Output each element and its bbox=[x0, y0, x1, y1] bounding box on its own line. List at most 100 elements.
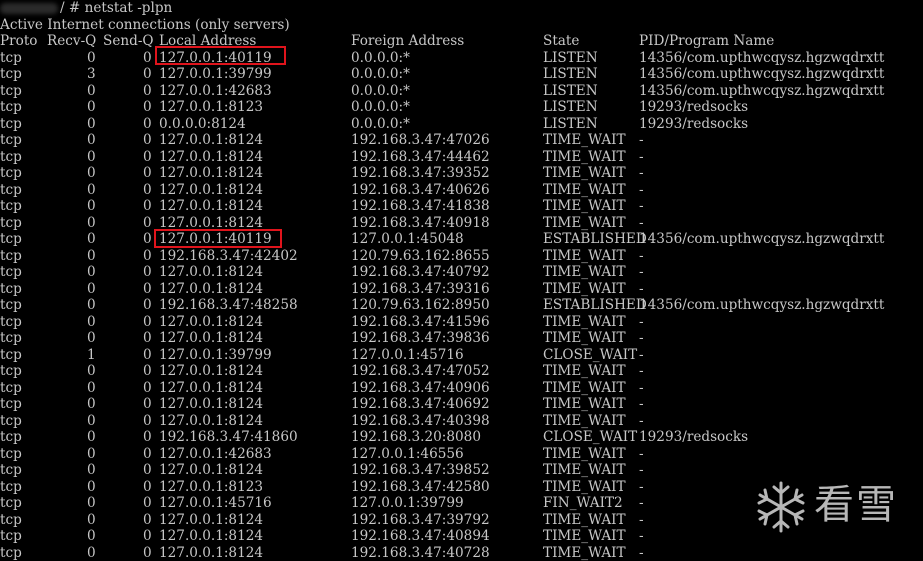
cell-pid-program: - bbox=[639, 198, 644, 215]
cell-proto: tcp bbox=[0, 512, 22, 529]
cell-sendq: 0 bbox=[143, 165, 152, 182]
cell-recvq: 0 bbox=[87, 330, 96, 347]
cell-foreign-address: 0.0.0.0:* bbox=[351, 83, 410, 100]
cell-foreign-address: 0.0.0.0:* bbox=[351, 66, 410, 83]
cell-recvq: 0 bbox=[87, 446, 96, 463]
cell-state: TIME_WAIT bbox=[543, 264, 626, 281]
cell-foreign-address: 120.79.63.162:8950 bbox=[351, 297, 490, 314]
cell-proto: tcp bbox=[0, 248, 22, 265]
cell-state: TIME_WAIT bbox=[543, 512, 626, 529]
cell-local-address: 127.0.0.1:8124 bbox=[159, 281, 263, 298]
cell-proto: tcp bbox=[0, 446, 22, 463]
cell-recvq: 0 bbox=[87, 99, 96, 116]
cell-local-address: 127.0.0.1:8124 bbox=[159, 132, 263, 149]
cell-sendq: 0 bbox=[143, 528, 152, 545]
cell-recvq: 0 bbox=[87, 363, 96, 380]
cell-local-address: 127.0.0.1:8124 bbox=[159, 149, 263, 166]
cell-state: TIME_WAIT bbox=[543, 363, 626, 380]
terminal-window[interactable]: / # netstat -plpn Active Internet connec… bbox=[0, 0, 923, 555]
cell-local-address: 192.168.3.47:48258 bbox=[159, 297, 298, 314]
cell-foreign-address: 192.168.3.47:40792 bbox=[351, 264, 490, 281]
cell-sendq: 0 bbox=[143, 479, 152, 496]
cell-sendq: 0 bbox=[143, 215, 152, 232]
cell-recvq: 1 bbox=[87, 347, 96, 364]
cell-foreign-address: 192.168.3.47:40398 bbox=[351, 413, 490, 430]
cell-foreign-address: 127.0.0.1:45048 bbox=[351, 231, 464, 248]
cell-pid-program: - bbox=[639, 165, 644, 182]
cell-recvq: 0 bbox=[87, 380, 96, 397]
cell-foreign-address: 192.168.3.20:8080 bbox=[351, 429, 481, 446]
cell-recvq: 0 bbox=[87, 495, 96, 512]
cell-local-address: 127.0.0.1:8124 bbox=[159, 264, 263, 281]
cell-sendq: 0 bbox=[143, 281, 152, 298]
cell-state: ESTABLISHED bbox=[543, 297, 647, 314]
cell-proto: tcp bbox=[0, 182, 22, 199]
cell-state: LISTEN bbox=[543, 66, 598, 83]
cell-local-address: 127.0.0.1:42683 bbox=[159, 446, 272, 463]
cell-proto: tcp bbox=[0, 165, 22, 182]
cell-sendq: 0 bbox=[143, 231, 152, 248]
cell-pid-program: 14356/com.upthwcqysz.hgzwqdrxtt bbox=[639, 83, 884, 100]
cell-local-address: 127.0.0.1:8124 bbox=[159, 545, 263, 561]
cell-pid-program: - bbox=[639, 132, 644, 149]
cell-pid-program: - bbox=[639, 512, 644, 529]
cell-foreign-address: 192.168.3.47:39316 bbox=[351, 281, 490, 298]
cell-sendq: 0 bbox=[143, 347, 152, 364]
cell-proto: tcp bbox=[0, 545, 22, 561]
cell-recvq: 0 bbox=[87, 297, 96, 314]
cell-recvq: 0 bbox=[87, 413, 96, 430]
cell-recvq: 0 bbox=[87, 512, 96, 529]
cell-pid-program: 19293/redsocks bbox=[639, 116, 748, 133]
cell-local-address: 127.0.0.1:45716 bbox=[159, 495, 272, 512]
cell-pid-program: - bbox=[639, 182, 644, 199]
cell-foreign-address: 192.168.3.47:41838 bbox=[351, 198, 490, 215]
cell-proto: tcp bbox=[0, 215, 22, 232]
cell-proto: tcp bbox=[0, 462, 22, 479]
command-text: / # netstat -plpn bbox=[60, 0, 172, 17]
cell-state: TIME_WAIT bbox=[543, 380, 626, 397]
cell-pid-program: - bbox=[639, 462, 644, 479]
cell-state: TIME_WAIT bbox=[543, 314, 626, 331]
cell-pid-program: 14356/com.upthwcqysz.hgzwqdrxtt bbox=[639, 50, 884, 67]
cell-local-address: 192.168.3.47:41860 bbox=[159, 429, 298, 446]
cell-pid-program: - bbox=[639, 363, 644, 380]
cell-local-address: 0.0.0.0:8124 bbox=[159, 116, 246, 133]
cell-sendq: 0 bbox=[143, 99, 152, 116]
cell-state: CLOSE_WAIT bbox=[543, 347, 637, 364]
cell-proto: tcp bbox=[0, 528, 22, 545]
cell-pid-program: - bbox=[639, 545, 644, 561]
cell-pid-program: - bbox=[639, 479, 644, 496]
cell-recvq: 0 bbox=[87, 528, 96, 545]
cell-recvq: 0 bbox=[87, 83, 96, 100]
cell-state: ESTABLISHED bbox=[543, 231, 647, 248]
cell-local-address: 127.0.0.1:8124 bbox=[159, 182, 263, 199]
cell-proto: tcp bbox=[0, 314, 22, 331]
cell-state: TIME_WAIT bbox=[543, 396, 626, 413]
cell-proto: tcp bbox=[0, 495, 22, 512]
header-foreign: Foreign Address bbox=[351, 33, 464, 50]
cell-pid-program: - bbox=[639, 347, 644, 364]
cell-sendq: 0 bbox=[143, 264, 152, 281]
cell-recvq: 0 bbox=[87, 248, 96, 265]
cell-pid-program: - bbox=[639, 380, 644, 397]
cell-foreign-address: 127.0.0.1:46556 bbox=[351, 446, 464, 463]
cell-foreign-address: 192.168.3.47:39352 bbox=[351, 165, 490, 182]
cell-recvq: 0 bbox=[87, 149, 96, 166]
cell-proto: tcp bbox=[0, 297, 22, 314]
cell-pid-program: 14356/com.upthwcqysz.hgzwqdrxtt bbox=[639, 66, 884, 83]
cell-local-address: 127.0.0.1:8124 bbox=[159, 396, 263, 413]
cell-sendq: 0 bbox=[143, 380, 152, 397]
cell-recvq: 0 bbox=[87, 429, 96, 446]
cell-proto: tcp bbox=[0, 231, 22, 248]
prompt-line: / # netstat -plpn bbox=[0, 0, 17, 17]
cell-recvq: 0 bbox=[87, 198, 96, 215]
cell-state: LISTEN bbox=[543, 83, 598, 100]
cell-sendq: 0 bbox=[143, 149, 152, 166]
highlight-box-listen-40119 bbox=[155, 46, 286, 65]
cell-foreign-address: 192.168.3.47:39852 bbox=[351, 462, 490, 479]
cell-recvq: 0 bbox=[87, 396, 96, 413]
cell-pid-program: - bbox=[639, 528, 644, 545]
cell-pid-program: - bbox=[639, 248, 644, 265]
cell-state: TIME_WAIT bbox=[543, 198, 626, 215]
cell-local-address: 127.0.0.1:8124 bbox=[159, 165, 263, 182]
